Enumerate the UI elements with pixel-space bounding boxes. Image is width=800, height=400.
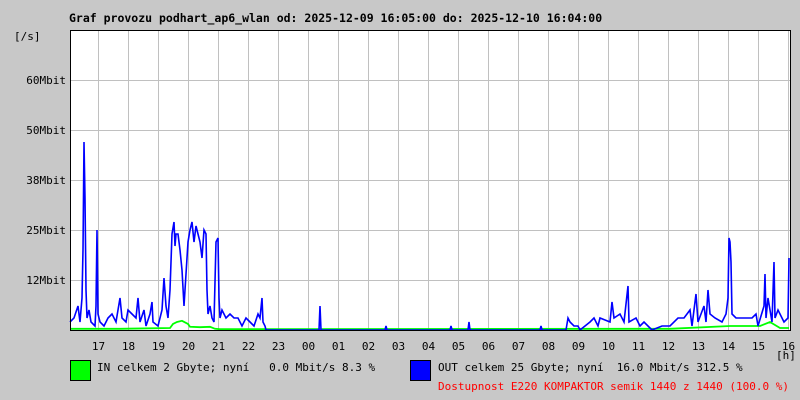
x-axis-unit: [h] — [776, 349, 796, 362]
x-tick-label: 21 — [211, 340, 226, 353]
x-tick-label: 15 — [751, 340, 766, 353]
x-tick-label: 19 — [151, 340, 166, 353]
x-tick-label: 22 — [241, 340, 256, 353]
legend-out-swatch — [410, 360, 431, 381]
x-tick-label: 13 — [691, 340, 706, 353]
x-tick-label: 14 — [721, 340, 736, 353]
y-tick-label: 38Mbit — [26, 173, 66, 187]
x-tick-label: 07 — [511, 340, 526, 353]
x-tick-label: 08 — [541, 340, 556, 353]
y-tick-label: 50Mbit — [26, 123, 66, 137]
x-tick-label: 11 — [631, 340, 646, 353]
x-tick-label: 00 — [301, 340, 316, 353]
x-tick-label: 09 — [571, 340, 586, 353]
availability-text: Dostupnost E220 KOMPAKTOR semik 1440 z 1… — [438, 380, 789, 393]
x-tick-label: 01 — [331, 340, 346, 353]
legend-in-swatch — [70, 360, 91, 381]
x-tick-label: 23 — [271, 340, 286, 353]
x-tick-label: 10 — [601, 340, 616, 353]
y-tick-label: 60Mbit — [26, 73, 66, 87]
legend-in-text: IN celkem 2 Gbyte; nyní 0.0 Mbit/s 8.3 % — [97, 361, 376, 374]
legend-out-text: OUT celkem 25 Gbyte; nyní 16.0 Mbit/s 31… — [438, 361, 743, 374]
x-tick-label: 03 — [391, 340, 406, 353]
y-tick-label: 12Mbit — [26, 273, 66, 287]
x-tick-label: 18 — [121, 340, 136, 353]
y-tick-label: 25Mbit — [26, 223, 66, 237]
x-tick-label: 17 — [91, 340, 106, 353]
x-tick-label: 20 — [181, 340, 196, 353]
x-tick-label: 06 — [481, 340, 496, 353]
x-tick-label: 05 — [451, 340, 466, 353]
x-tick-label: 04 — [421, 340, 436, 353]
x-tick-label: 12 — [661, 340, 676, 353]
x-tick-label: 02 — [361, 340, 376, 353]
